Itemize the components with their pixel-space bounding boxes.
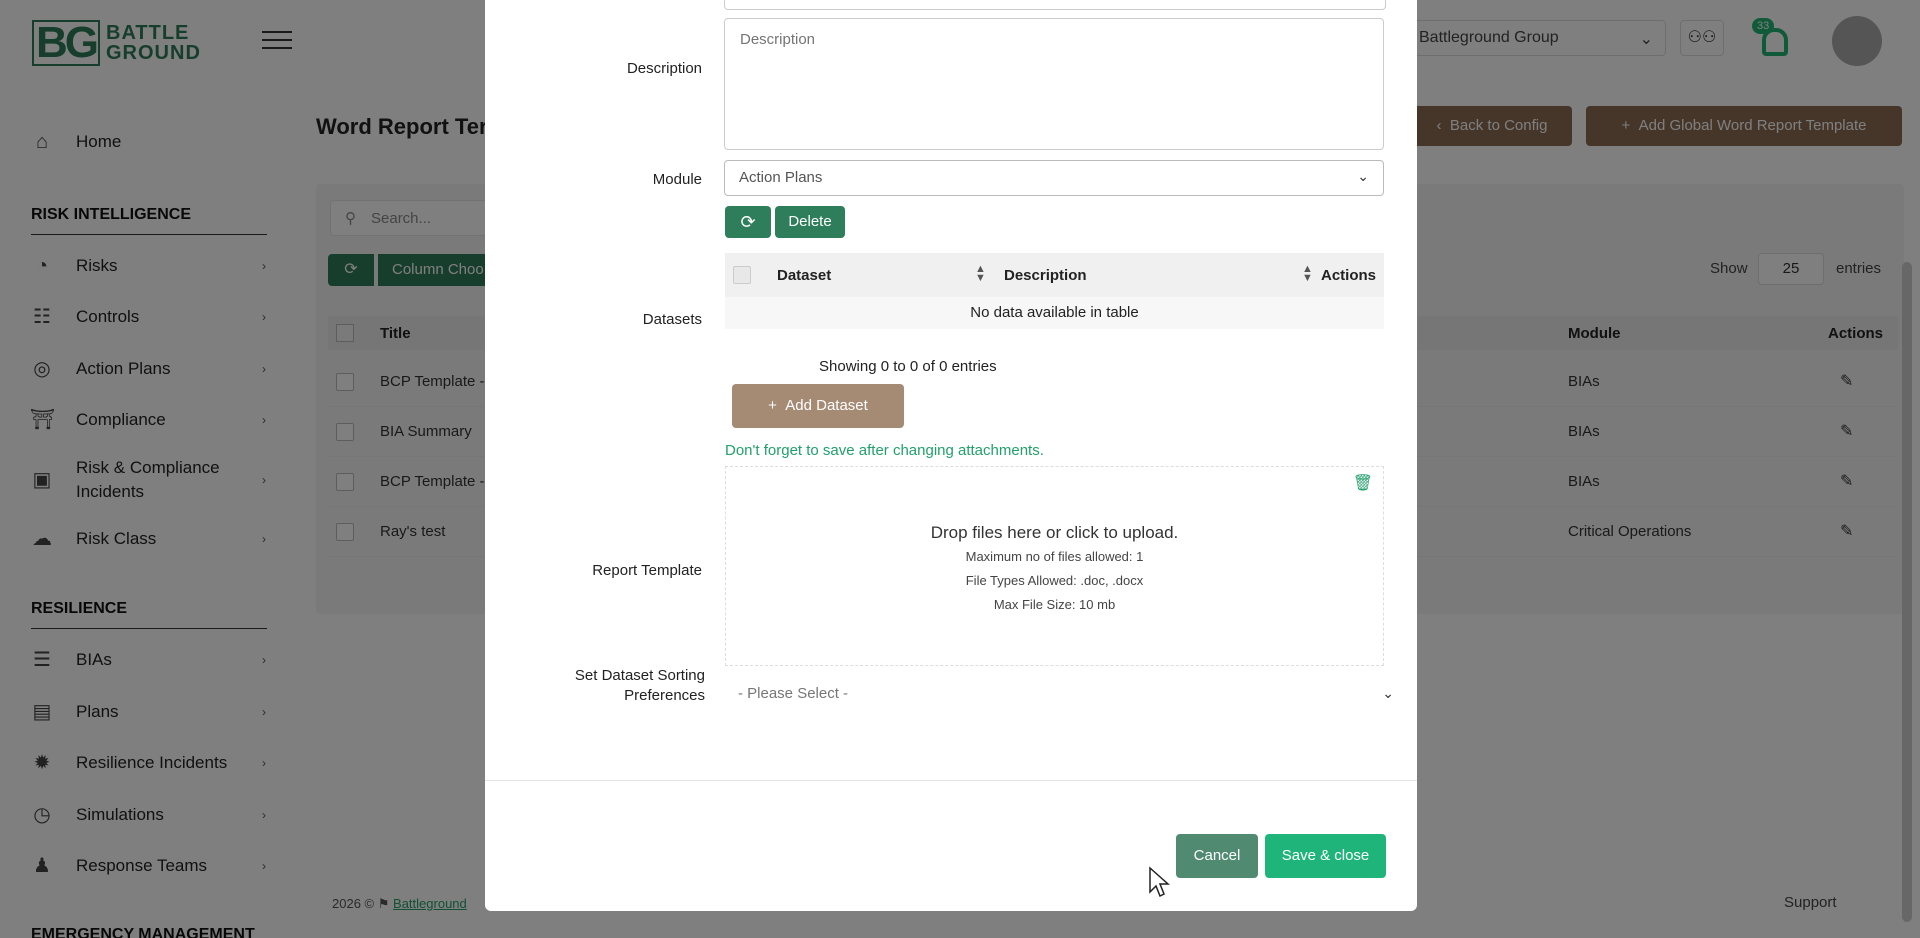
dataset-sorting-label: Set Dataset Sorting Preferences — [525, 666, 705, 706]
refresh-icon: ⟳ — [740, 212, 756, 232]
plus-icon: + — [768, 397, 786, 414]
column-header-actions: Actions — [1321, 267, 1377, 284]
mouse-cursor-icon — [1149, 866, 1170, 898]
sort-icon[interactable]: ▲ ▼ — [1302, 264, 1313, 284]
title-input[interactable] — [724, 0, 1386, 10]
datasets-select-all-checkbox[interactable] — [733, 266, 751, 284]
word-report-template-modal: Description Module Action Plans ⌄ ⟳ Dele… — [485, 0, 1417, 911]
add-dataset-label: Add Dataset — [785, 397, 868, 414]
dropzone-title: Drop files here or click to upload. — [930, 523, 1179, 542]
sort-icon[interactable]: ▲ ▼ — [975, 264, 986, 284]
description-textarea[interactable] — [724, 18, 1384, 150]
save-reminder-note: Don't forget to save after changing atta… — [725, 442, 1044, 459]
column-header-dataset[interactable]: Dataset — [777, 267, 831, 284]
description-label: Description — [626, 60, 702, 77]
dataset-sorting-select[interactable]: - Please Select - ⌄ — [724, 677, 1394, 713]
cancel-button[interactable]: Cancel — [1176, 834, 1258, 878]
module-select-value: Action Plans — [739, 169, 823, 186]
chevron-down-icon: ⌄ — [1382, 685, 1394, 701]
datasets-showing-info: Showing 0 to 0 of 0 entries — [819, 358, 997, 375]
datasets-delete-button[interactable]: Delete — [775, 206, 845, 238]
add-dataset-button[interactable]: + Add Dataset — [732, 384, 904, 428]
datasets-table-header: Dataset ▲ ▼ Description ▲ ▼ Actions — [725, 253, 1384, 297]
dataset-sorting-placeholder: - Please Select - — [738, 685, 849, 702]
dropzone-max-size: Max File Size: 10 mb — [993, 597, 1116, 612]
report-template-label: Report Template — [592, 562, 702, 579]
column-header-description[interactable]: Description — [1004, 267, 1087, 284]
save-and-close-button[interactable]: Save & close — [1265, 834, 1386, 878]
chevron-down-icon: ⌄ — [1357, 168, 1369, 184]
file-dropzone[interactable]: 🗑 Drop files here or click to upload. Ma… — [725, 466, 1384, 666]
dataset-sorting-label-line1: Set Dataset Sorting — [574, 667, 705, 684]
module-label: Module — [652, 171, 702, 188]
dropzone-max-files: Maximum no of files allowed: 1 — [965, 549, 1144, 564]
datasets-empty-message: No data available in table — [725, 297, 1384, 329]
trash-icon[interactable]: 🗑 — [1353, 473, 1373, 493]
datasets-label: Datasets — [642, 311, 702, 328]
dataset-sorting-label-line2: Preferences — [624, 687, 705, 704]
module-select[interactable]: Action Plans ⌄ — [724, 160, 1384, 196]
modal-footer-divider — [485, 780, 1417, 781]
dropzone-file-types: File Types Allowed: .doc, .docx — [965, 573, 1144, 588]
datasets-refresh-button[interactable]: ⟳ — [725, 206, 771, 238]
